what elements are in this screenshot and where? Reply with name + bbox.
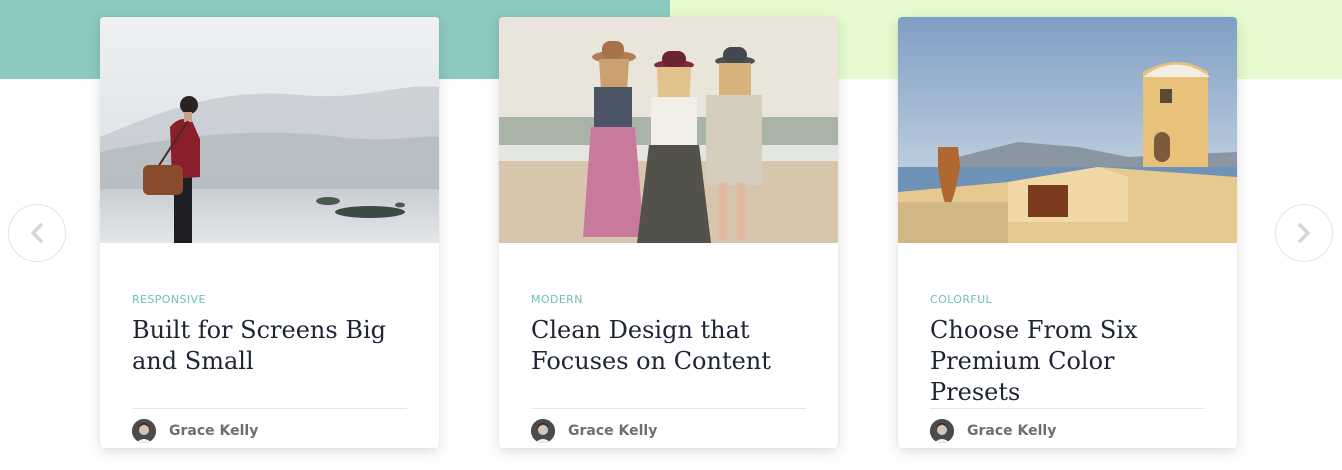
- chevron-right-icon: [1298, 223, 1310, 243]
- card-author[interactable]: Grace Kelly: [930, 419, 1056, 443]
- card-category[interactable]: COLORFUL: [930, 293, 992, 306]
- chevron-left-icon: [31, 223, 43, 243]
- author-name: Grace Kelly: [568, 423, 658, 439]
- post-card[interactable]: RESPONSIVE Built for Screens Big and Sma…: [100, 17, 439, 448]
- card-divider: [531, 408, 806, 409]
- card-divider: [930, 408, 1205, 409]
- avatar: [132, 419, 156, 443]
- card-title[interactable]: Clean Design that Focuses on Content: [531, 315, 806, 377]
- card-category[interactable]: MODERN: [531, 293, 583, 306]
- card-author[interactable]: Grace Kelly: [531, 419, 657, 443]
- author-name: Grace Kelly: [967, 423, 1057, 439]
- carousel-next-button[interactable]: [1275, 204, 1333, 262]
- avatar: [930, 419, 954, 443]
- card-image-man-by-sea[interactable]: [100, 17, 439, 243]
- card-divider: [132, 408, 407, 409]
- card-image-mediterranean-rooftop[interactable]: [898, 17, 1237, 243]
- post-card[interactable]: COLORFUL Choose From Six Premium Color P…: [898, 17, 1237, 448]
- author-name: Grace Kelly: [169, 423, 259, 439]
- post-card[interactable]: MODERN Clean Design that Focuses on Cont…: [499, 17, 838, 448]
- card-category[interactable]: RESPONSIVE: [132, 293, 206, 306]
- card-author[interactable]: Grace Kelly: [132, 419, 258, 443]
- card-title[interactable]: Built for Screens Big and Small: [132, 315, 407, 377]
- avatar: [531, 419, 555, 443]
- card-title[interactable]: Choose From Six Premium Color Presets: [930, 315, 1205, 408]
- carousel-prev-button[interactable]: [8, 204, 66, 262]
- card-image-women-on-beach[interactable]: [499, 17, 838, 243]
